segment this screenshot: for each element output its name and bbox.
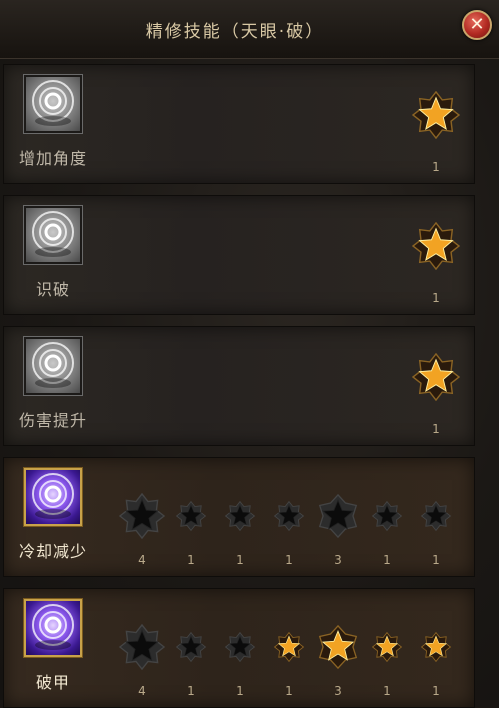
eye-orb-icon[interactable] (24, 599, 82, 657)
star-empty-icon[interactable] (118, 623, 166, 674)
skill-name: 破甲 (35, 673, 70, 692)
skill-row: 增加角度 1 (3, 64, 475, 184)
star-active-icon[interactable] (316, 624, 360, 673)
skill-row: 破甲 4 1 1 1 3 1 1 (3, 588, 475, 708)
star-empty-icon[interactable] (224, 500, 256, 535)
star-level-label: 3 (334, 684, 342, 698)
star-active-icon[interactable] (273, 631, 305, 666)
star-level-label: 1 (432, 160, 440, 174)
skill-name: 增加角度 (18, 149, 87, 168)
star-empty-icon[interactable] (316, 493, 360, 542)
star-empty-icon[interactable] (224, 631, 256, 666)
star-level-label: 1 (187, 684, 195, 698)
star-empty-icon[interactable] (371, 500, 403, 535)
star-empty-icon[interactable] (175, 500, 207, 535)
star-level-label: 1 (236, 684, 244, 698)
eye-orb-icon[interactable] (24, 468, 82, 526)
star-active-icon[interactable] (371, 631, 403, 666)
close-button[interactable]: ✕ (462, 10, 492, 40)
star-level-label: 1 (187, 553, 195, 567)
title-bar: 精修技能（天眼·破） (0, 0, 499, 59)
skill-row: 识破 1 (3, 195, 475, 315)
star-empty-icon[interactable] (273, 500, 305, 535)
star-level-label: 1 (432, 291, 440, 305)
star-empty-icon[interactable] (118, 492, 166, 543)
star-level-label: 1 (432, 422, 440, 436)
skill-panel: 精修技能（天眼·破） ✕ 增加角度 1 识破 1 伤害提升 1 冷却减少 4 1 1 1 3 1 1 破甲 4… (0, 0, 499, 708)
panel-title: 精修技能（天眼·破） (145, 22, 325, 42)
eye-orb-icon[interactable] (24, 75, 82, 133)
skill-row: 冷却减少 4 1 1 1 3 1 1 (3, 457, 475, 577)
star-active-icon[interactable] (420, 631, 452, 666)
star-level-label: 1 (285, 553, 293, 567)
star-level-label: 1 (432, 553, 440, 567)
star-active-icon[interactable] (411, 352, 461, 405)
star-active-icon[interactable] (411, 221, 461, 274)
star-level-label: 1 (383, 684, 391, 698)
eye-orb-icon[interactable] (24, 337, 82, 395)
star-empty-icon[interactable] (175, 631, 207, 666)
star-level-label: 1 (432, 684, 440, 698)
star-active-icon[interactable] (411, 90, 461, 143)
star-level-label: 4 (138, 684, 146, 698)
skill-name: 伤害提升 (18, 411, 87, 430)
close-icon: ✕ (469, 14, 485, 35)
star-level-label: 3 (334, 553, 342, 567)
star-level-label: 1 (383, 553, 391, 567)
eye-orb-icon[interactable] (24, 206, 82, 264)
skill-name: 冷却减少 (18, 542, 87, 561)
star-level-label: 1 (236, 553, 244, 567)
skill-row: 伤害提升 1 (3, 326, 475, 446)
star-empty-icon[interactable] (420, 500, 452, 535)
star-level-label: 4 (138, 553, 146, 567)
star-level-label: 1 (285, 684, 293, 698)
skill-name: 识破 (35, 280, 70, 299)
